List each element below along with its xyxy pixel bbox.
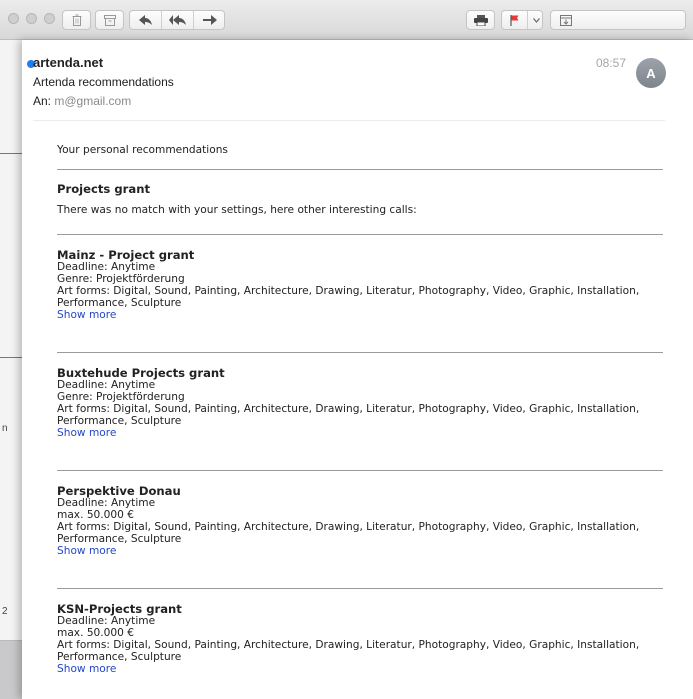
reply-button[interactable] [130, 11, 161, 29]
archive-button[interactable] [95, 10, 124, 30]
reply-all-button[interactable] [162, 11, 193, 29]
recipient-row: An: m@gmail.com [33, 94, 131, 108]
window-zoom-button[interactable] [44, 13, 55, 24]
background-text: 2 [2, 606, 8, 617]
show-more-link[interactable]: Show more [57, 545, 663, 558]
reply-icon [138, 15, 153, 25]
divider [57, 470, 663, 471]
forward-icon [202, 15, 217, 25]
grant-title[interactable]: Buxtehude Projects grant [57, 366, 663, 380]
background-text: n [2, 423, 8, 434]
grant-art-forms: Art forms: Digital, Sound, Painting, Arc… [57, 520, 640, 533]
divider [57, 234, 663, 235]
list-item: Perspektive Donau Deadline: Anytime max.… [57, 484, 663, 558]
section-title: Projects grant [57, 182, 151, 196]
message-subject: Artenda recommendations [33, 75, 174, 89]
grant-art-forms: Art forms: Digital, Sound, Painting, Arc… [57, 402, 640, 415]
grant-art-forms-cont: Performance, Sculpture [57, 650, 182, 663]
reply-all-icon [168, 15, 187, 25]
flag-button-group [501, 10, 543, 30]
reply-button-group [129, 10, 225, 30]
intro-text: Your personal recommendations [57, 144, 228, 156]
section-note: There was no match with your settings, h… [57, 204, 417, 216]
trash-icon [72, 14, 82, 26]
flag-button[interactable] [502, 11, 527, 29]
header-divider [33, 120, 665, 121]
show-more-link[interactable]: Show more [57, 663, 663, 676]
grant-art-forms: Art forms: Digital, Sound, Painting, Arc… [57, 284, 640, 297]
message-time: 08:57 [596, 56, 627, 70]
sender-name[interactable]: artenda.net [33, 55, 103, 70]
grant-title[interactable]: KSN-Projects grant [57, 602, 663, 616]
grant-title[interactable]: Perspektive Donau [57, 484, 663, 498]
grant-art-forms-cont: Performance, Sculpture [57, 296, 182, 309]
grant-art-forms-cont: Performance, Sculpture [57, 532, 182, 545]
forward-button[interactable] [194, 11, 225, 29]
mail-toolbar [0, 0, 693, 40]
message-view: artenda.net Artenda recommendations An: … [22, 40, 693, 699]
list-item: Mainz - Project grant Deadline: Anytime … [57, 248, 663, 322]
grant-art-forms-cont: Performance, Sculpture [57, 414, 182, 427]
message-header: artenda.net Artenda recommendations An: … [22, 40, 693, 120]
grant-art-forms: Art forms: Digital, Sound, Painting, Arc… [57, 638, 640, 651]
chevron-down-icon [532, 17, 540, 23]
show-more-link[interactable]: Show more [57, 309, 663, 322]
window-minimize-button[interactable] [26, 13, 37, 24]
grant-deadline: Deadline: Anytime [57, 497, 156, 509]
list-item: KSN-Projects grant Deadline: Anytime max… [57, 602, 663, 676]
print-icon [473, 14, 488, 26]
recipient-address[interactable]: m@gmail.com [54, 94, 131, 108]
move-icon [560, 14, 572, 26]
archive-icon [103, 14, 116, 26]
sender-avatar: A [636, 58, 666, 88]
flag-menu-button[interactable] [528, 11, 544, 29]
background-divider [0, 153, 22, 154]
trash-button[interactable] [62, 10, 91, 30]
grant-deadline: Deadline: Anytime [57, 615, 156, 627]
move-to-button[interactable] [550, 10, 686, 30]
divider [57, 169, 663, 170]
grant-title[interactable]: Mainz - Project grant [57, 248, 663, 262]
list-item: Buxtehude Projects grant Deadline: Anyti… [57, 366, 663, 440]
print-button[interactable] [466, 10, 495, 30]
background-divider [0, 357, 22, 358]
divider [57, 352, 663, 353]
divider [57, 588, 663, 589]
show-more-link[interactable]: Show more [57, 427, 663, 440]
flag-icon [510, 14, 519, 26]
recipient-label: An: [33, 94, 52, 108]
window-close-button[interactable] [8, 13, 19, 24]
